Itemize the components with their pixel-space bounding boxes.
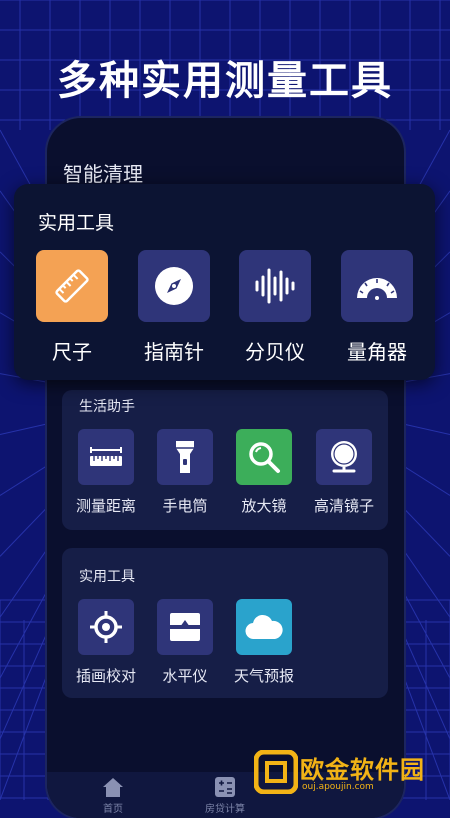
magnifier-icon — [236, 429, 292, 485]
tool-item-label: 天气预报 — [233, 667, 294, 685]
popup-tool-label: 量角器 — [347, 340, 407, 364]
nav-home-label: 首页 — [103, 804, 123, 815]
popup-tool-label: 尺子 — [52, 340, 92, 364]
compass-icon — [138, 250, 210, 322]
tool-item-0[interactable]: 插画校对 — [70, 599, 142, 686]
tool-item-label: 手电筒 — [162, 497, 208, 515]
mirror-icon — [316, 429, 372, 485]
tool-item-0[interactable]: 测量距离 — [70, 429, 142, 516]
flashlight-icon — [157, 429, 213, 485]
nav-home[interactable]: 首页 — [73, 776, 153, 815]
popup-tool-3[interactable]: 量角器 — [332, 250, 422, 365]
popup-tool-2[interactable]: 分贝仪 — [230, 250, 320, 365]
tools-card-title: 实用工具 — [79, 569, 135, 585]
watermark-url: ouj.apoujin.com — [302, 782, 374, 792]
tool-item-2[interactable]: 天气预报 — [228, 599, 300, 686]
life-card-title: 生活助手 — [79, 399, 135, 415]
tool-item-3[interactable]: 高清镜子 — [308, 429, 380, 516]
sound-wave-icon — [239, 250, 311, 322]
protractor-icon — [341, 250, 413, 322]
ruler-icon — [36, 250, 108, 322]
watermark-text: 欧金软件园 — [300, 756, 425, 784]
home-icon — [100, 776, 126, 798]
crosshair-icon — [78, 599, 134, 655]
level-icon — [157, 599, 213, 655]
watermark: 欧金软件园 ouj.apoujin.com — [252, 748, 450, 798]
popup-tool-label: 分贝仪 — [245, 340, 305, 364]
popup-tool-1[interactable]: 指南针 — [129, 250, 219, 365]
popup-title: 实用工具 — [38, 212, 115, 234]
tool-item-label: 放大镜 — [241, 497, 287, 515]
cloud-icon — [236, 599, 292, 655]
distance-ruler-icon — [78, 429, 134, 485]
headline: 多种实用测量工具 — [57, 58, 393, 104]
tool-item-label: 水平仪 — [162, 667, 208, 685]
tool-item-2[interactable]: 放大镜 — [228, 429, 300, 516]
tool-item-1[interactable]: 手电筒 — [149, 429, 221, 516]
watermark-logo-icon — [254, 750, 298, 794]
tool-item-label: 高清镜子 — [313, 497, 374, 515]
popup-tool-label: 指南针 — [144, 340, 204, 364]
phone-title: 智能清理 — [63, 162, 143, 186]
nav-calculator-label: 房贷计算 — [205, 804, 245, 815]
tool-item-1[interactable]: 水平仪 — [149, 599, 221, 686]
calculator-icon — [212, 776, 238, 798]
tools-popup: 实用工具 尺子 指南针 分贝仪 量角器 — [14, 184, 435, 380]
tool-item-label: 测量距离 — [75, 497, 136, 515]
tool-item-label: 插画校对 — [75, 667, 136, 685]
popup-tool-0[interactable]: 尺子 — [27, 250, 117, 365]
